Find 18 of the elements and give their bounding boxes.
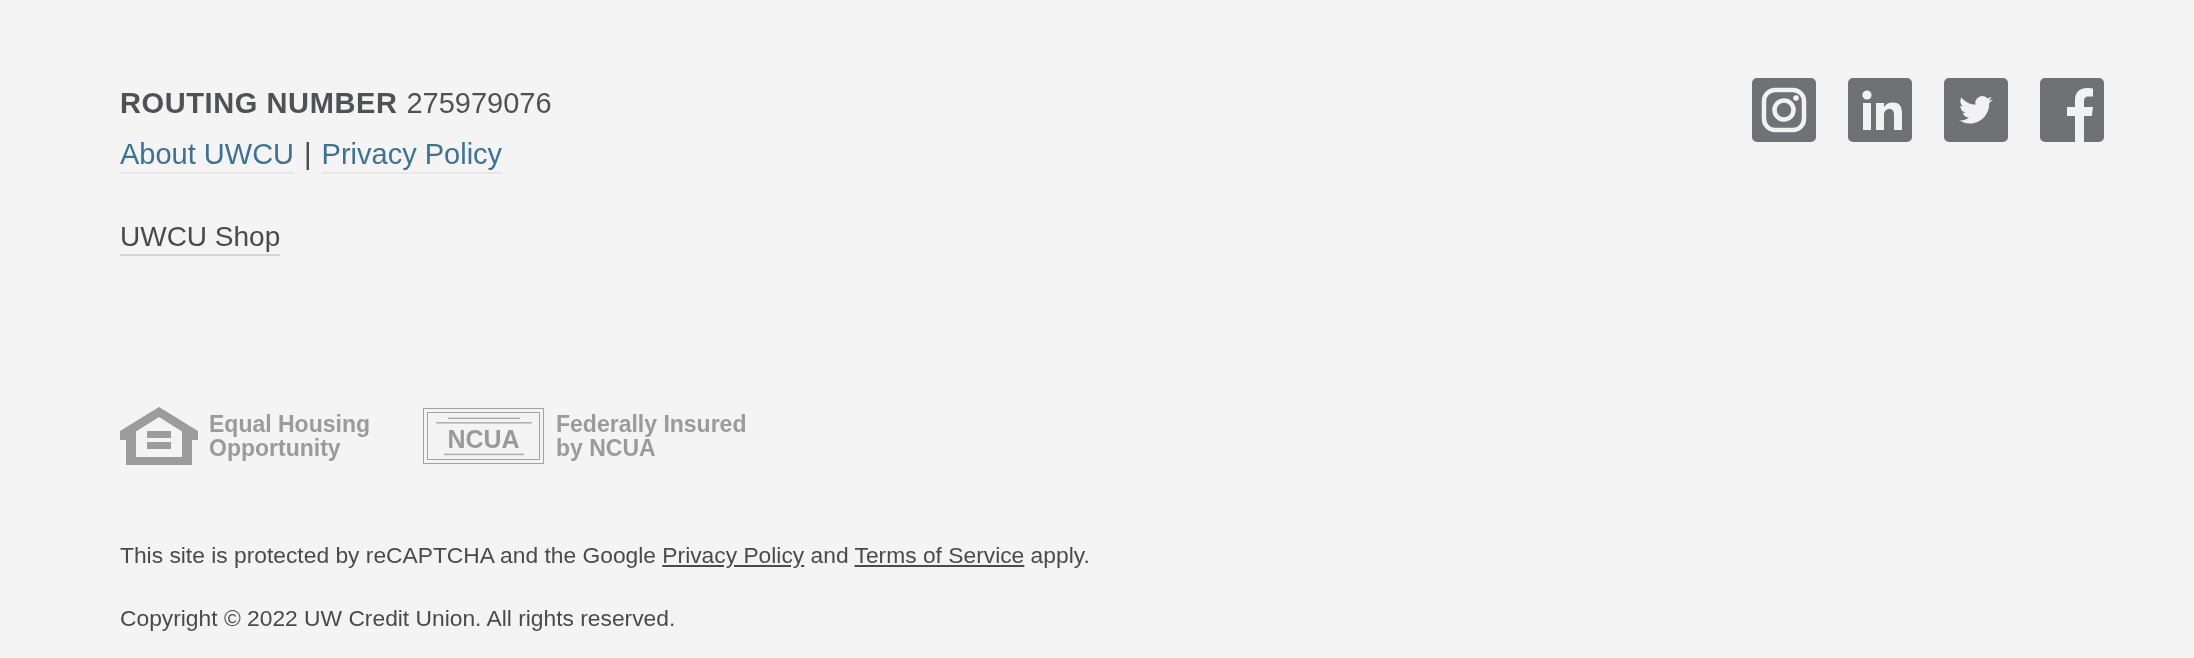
facebook-icon[interactable] bbox=[2040, 78, 2104, 142]
shop-link[interactable]: UWCU Shop bbox=[120, 220, 281, 256]
link-separator: | bbox=[304, 137, 312, 172]
routing-number-label: ROUTING NUMBER bbox=[120, 86, 398, 121]
seal-text: NCUA bbox=[447, 425, 520, 452]
twitter-bird-icon[interactable] bbox=[1944, 78, 2008, 142]
notice-link[interactable]: Privacy Policy bbox=[662, 542, 805, 568]
linkedin-icon[interactable] bbox=[1848, 78, 1912, 142]
house-icon bbox=[120, 407, 198, 465]
notice-link[interactable]: Terms of Service bbox=[854, 542, 1025, 568]
copyright-text: Copyright © 2022 UW Credit Union. All rights reserved. bbox=[120, 604, 676, 633]
badge-caption: Federally Insured by NCUA bbox=[556, 412, 748, 460]
instagram-icon[interactable] bbox=[1752, 78, 1816, 142]
footer-link[interactable]: About UWCU bbox=[120, 136, 295, 174]
routing-number: 275979076 bbox=[406, 86, 552, 121]
footer-link[interactable]: Privacy Policy bbox=[321, 136, 503, 174]
recaptcha-notice: This site is protected by reCAPTCHA and the Google Privacy Policy and Terms of Service apply. bbox=[120, 541, 1090, 570]
badge-caption: Equal Housing Opportunity bbox=[209, 412, 371, 460]
